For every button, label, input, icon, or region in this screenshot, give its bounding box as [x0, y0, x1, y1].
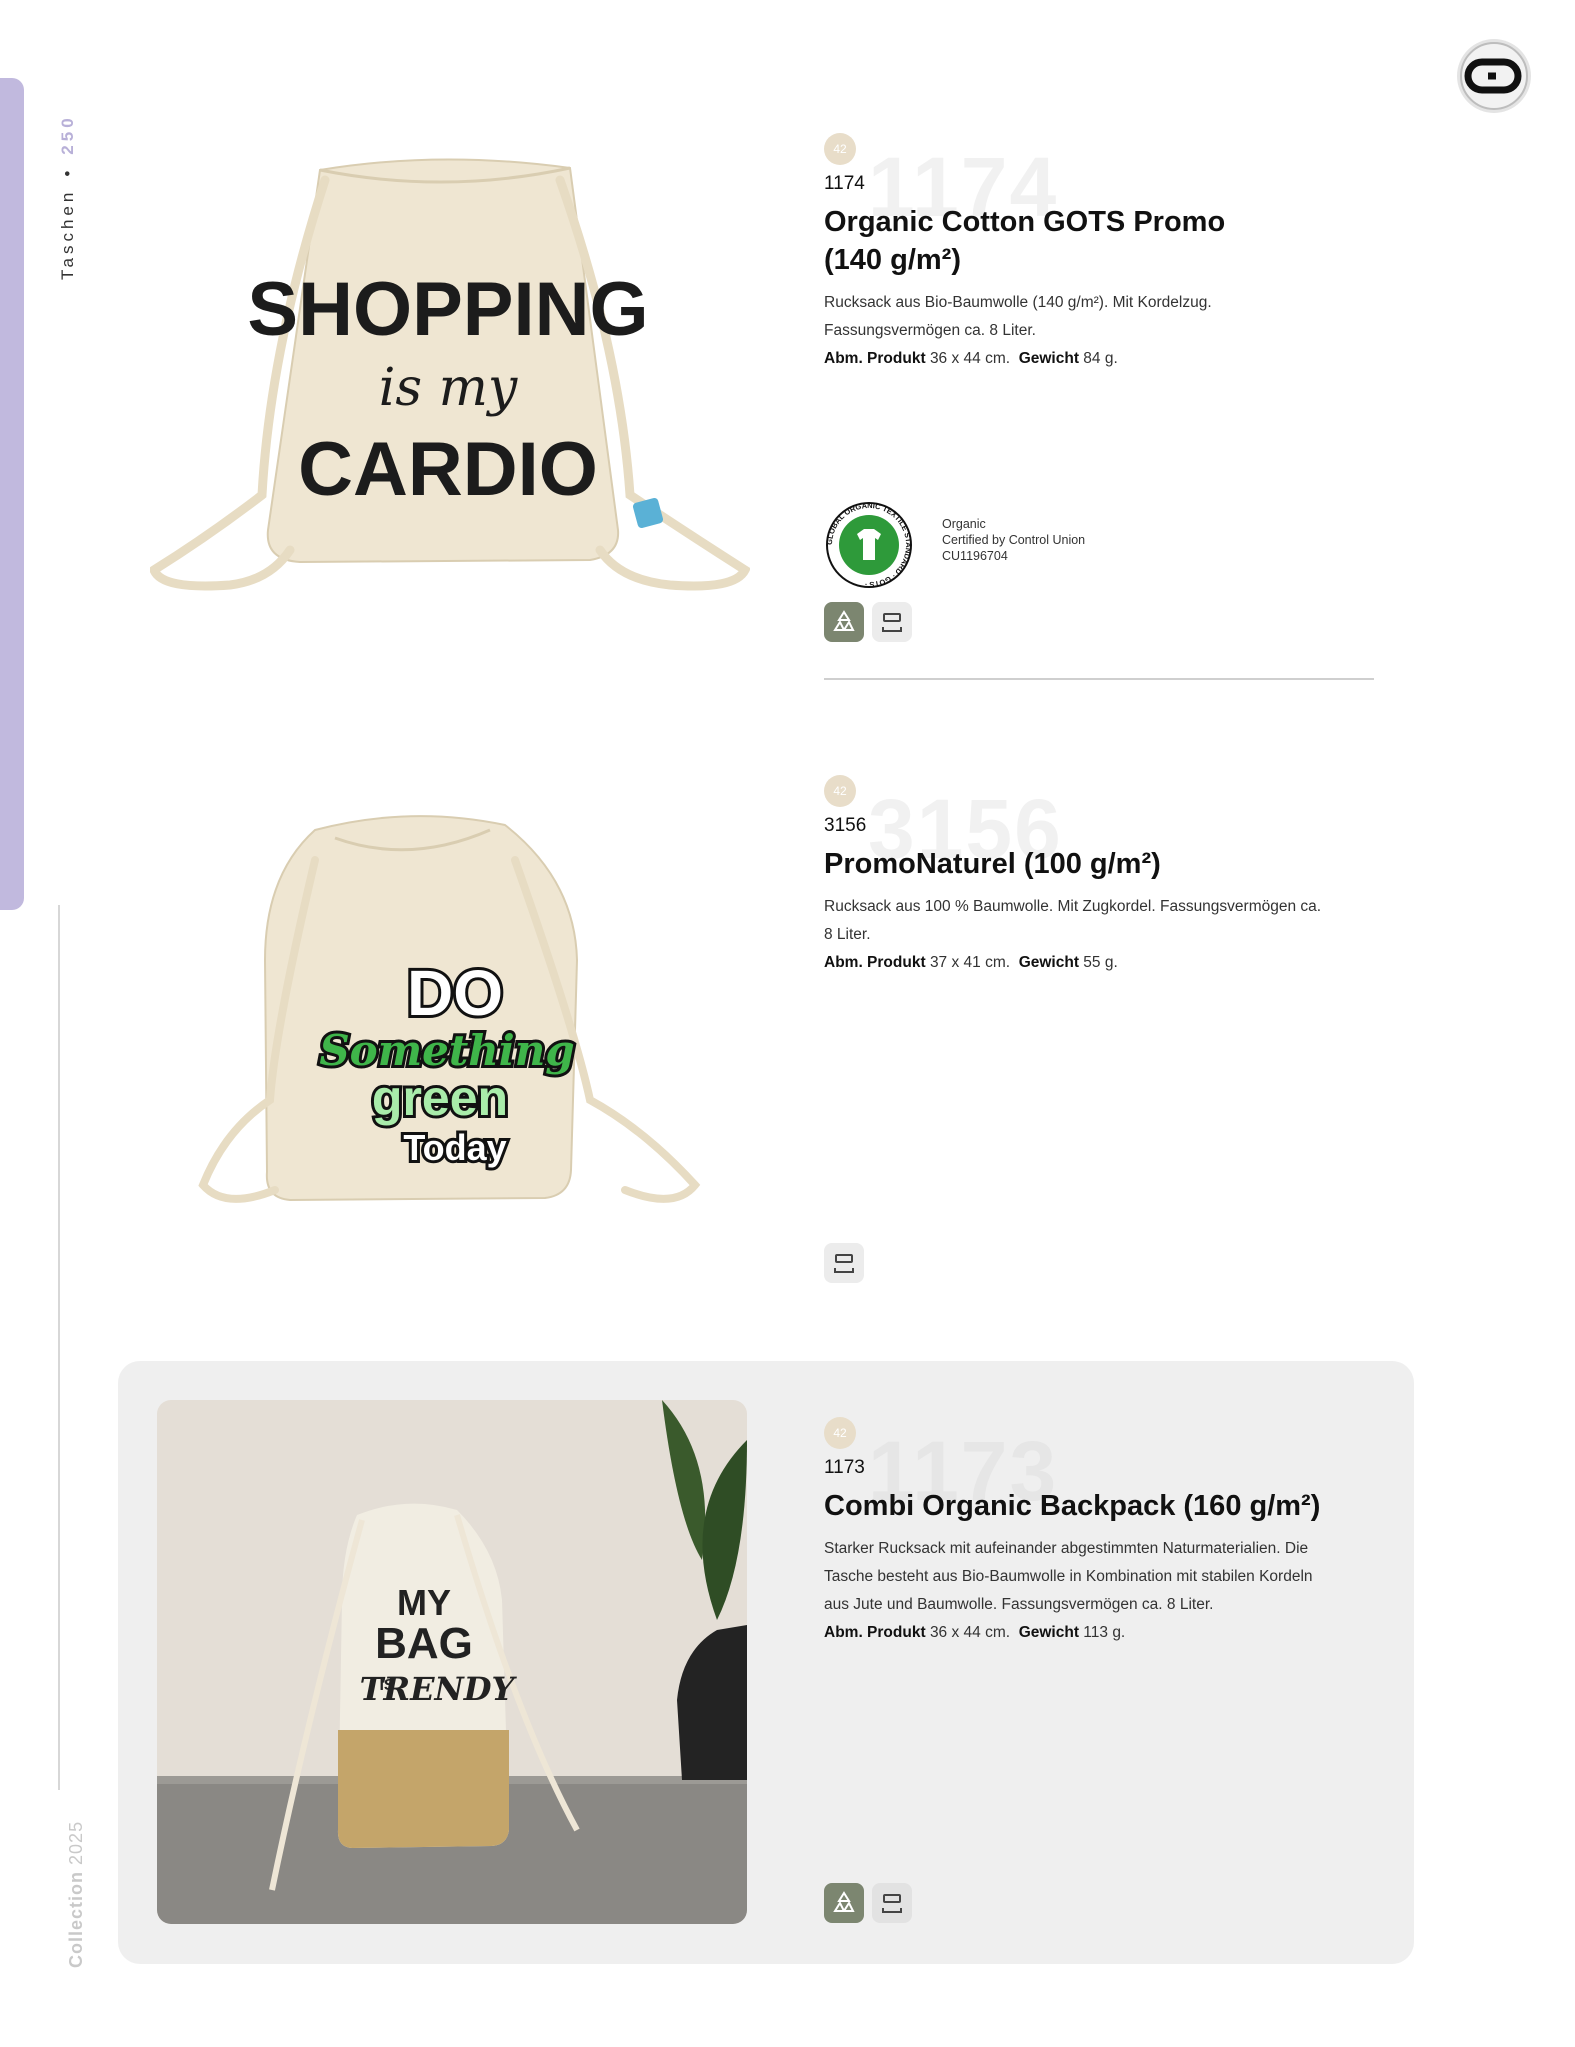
print-text-line1: MY: [397, 1582, 451, 1623]
page-badge: 42: [824, 775, 856, 807]
gots-logo-icon: GLOBAL ORGANIC TEXTILE STANDARD · GOTS ·: [825, 501, 913, 589]
dims-value: 36 x 44 cm.: [929, 1624, 1011, 1641]
cert-text: Organic Certified by Control Union CU119…: [942, 516, 1085, 564]
cert-line1: Organic: [942, 517, 986, 531]
product-info-3156: 42 3156 3156 PromoNaturel (100 g/m²) Ruc…: [824, 775, 1364, 977]
product-title-line1: PromoNaturel (100 g/m²): [824, 848, 1161, 880]
product-specs: Abm. Produkt 36 x 44 cm. Gewicht 113 g.: [824, 1619, 1364, 1647]
print-text-line1: DO: [407, 957, 503, 1029]
print-icon[interactable]: [872, 602, 912, 642]
print-text-line3: CARDIO: [298, 427, 598, 512]
desc-line2: Fassungsvermögen ca. 8 Liter.: [824, 322, 1036, 339]
product-specs: Abm. Produkt 36 x 44 cm. Gewicht 84 g.: [824, 345, 1364, 373]
desc-line1: Starker Rucksack mit aufeinander abgesti…: [824, 1540, 1309, 1557]
collection-label: Collection 2025: [66, 1821, 87, 1968]
product-description: Rucksack aus Bio-Baumwolle (140 g/m²). M…: [824, 289, 1364, 345]
weight-value: 55 g.: [1083, 954, 1118, 971]
section-label: Taschen • 250: [58, 114, 78, 280]
cert-line3: CU1196704: [942, 549, 1008, 563]
desc-line1: Rucksack aus 100 % Baumwolle. Mit Zugkor…: [824, 898, 1322, 915]
sidebar-divider: [58, 905, 60, 1790]
desc-line2: 8 Liter.: [824, 926, 871, 943]
page-number: 250: [58, 114, 77, 155]
dims-label: Abm. Produkt: [824, 1624, 926, 1641]
weight-label: Gewicht: [1018, 954, 1079, 971]
page-badge: 42: [824, 1417, 856, 1449]
recycle-icon[interactable]: [824, 602, 864, 642]
weight-value: 84 g.: [1083, 350, 1118, 367]
desc-line3: aus Jute und Baumwolle. Fassungsvermögen…: [824, 1596, 1214, 1613]
product-code: 3156: [824, 815, 867, 836]
desc-line1: Rucksack aus Bio-Baumwolle (140 g/m²). M…: [824, 294, 1212, 311]
print-text-line2: BAG: [375, 1619, 473, 1668]
product-code: 1174: [824, 173, 865, 194]
print-icon[interactable]: [824, 1243, 864, 1283]
print-icon[interactable]: [872, 1883, 912, 1923]
weight-value: 113 g.: [1083, 1624, 1126, 1641]
print-text-line2: is my: [379, 358, 518, 418]
brand-logo-icon[interactable]: [1460, 42, 1528, 110]
product-description: Rucksack aus 100 % Baumwolle. Mit Zugkor…: [824, 893, 1364, 949]
print-text-line1: SHOPPING: [247, 267, 648, 352]
recycle-icon[interactable]: [824, 1883, 864, 1923]
section-name: Taschen: [58, 188, 77, 280]
product-info-1173: 42 1173 1173 Combi Organic Backpack (160…: [824, 1417, 1364, 1647]
dims-label: Abm. Produkt: [824, 350, 926, 367]
product-title: PromoNaturel (100 g/m²): [824, 845, 1364, 883]
page-badge: 42: [824, 133, 856, 165]
dims-label: Abm. Produkt: [824, 954, 926, 971]
product-photo-1173[interactable]: MY BAG IS TRENDY: [157, 1400, 747, 1924]
separator-dot: •: [58, 166, 77, 177]
product-title-line2: (140 g/m²): [824, 244, 961, 276]
product-code: 1173: [824, 1457, 865, 1478]
product-specs: Abm. Produkt 37 x 41 cm. Gewicht 55 g.: [824, 949, 1364, 977]
product-title-line1: Combi Organic Backpack (160 g/m²): [824, 1490, 1321, 1522]
cert-line2: Certified by Control Union: [942, 533, 1086, 547]
product-image-3156[interactable]: DO Something green Today: [195, 800, 715, 1245]
collection-year: 2025: [66, 1820, 86, 1865]
desc-line2: Tasche besteht aus Bio-Baumwolle in Komb…: [824, 1568, 1313, 1585]
product-title: Combi Organic Backpack (160 g/m²): [824, 1487, 1364, 1525]
print-text-line3: green: [372, 1070, 508, 1126]
print-text-line4: Today: [403, 1127, 506, 1168]
weight-label: Gewicht: [1018, 1624, 1079, 1641]
collection-word: Collection: [66, 1870, 86, 1968]
sidebar-accent-bar: [0, 78, 24, 910]
product-info-1174: 42 1174 1174 Organic Cotton GOTS Promo (…: [824, 133, 1364, 373]
dims-value: 36 x 44 cm.: [929, 350, 1011, 367]
product-description: Starker Rucksack mit aufeinander abgesti…: [824, 1535, 1364, 1619]
print-text-line2: Something: [319, 1026, 574, 1075]
gots-certification: GLOBAL ORGANIC TEXTILE STANDARD · GOTS ·…: [824, 500, 1124, 590]
product-image-1174[interactable]: SHOPPING is my CARDIO: [148, 150, 751, 620]
dims-value: 37 x 41 cm.: [929, 954, 1011, 971]
product-title: Organic Cotton GOTS Promo (140 g/m²): [824, 203, 1364, 279]
product-title-line1: Organic Cotton GOTS Promo: [824, 206, 1226, 238]
weight-label: Gewicht: [1018, 350, 1079, 367]
product-divider: [824, 678, 1374, 680]
print-text-line4: TRENDY: [360, 1670, 518, 1708]
